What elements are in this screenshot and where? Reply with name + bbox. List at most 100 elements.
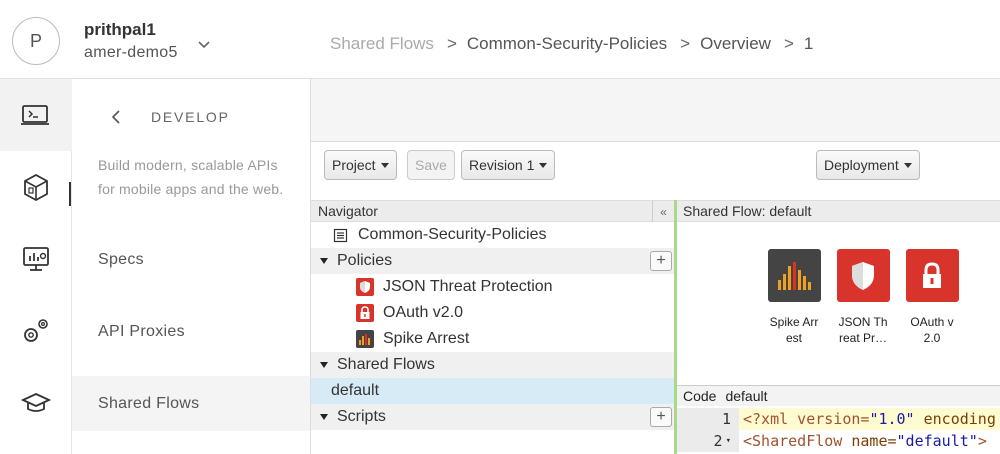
- shield-icon: [836, 249, 890, 302]
- code-token: name=: [851, 432, 897, 450]
- deployment-label: Deployment: [824, 157, 899, 173]
- tree-item-label: Spike Arrest: [383, 330, 470, 347]
- sidenav-item-api-proxies[interactable]: API Proxies: [72, 304, 310, 359]
- collapse-navigator-button[interactable]: «: [652, 201, 674, 222]
- breadcrumb-shared-flows[interactable]: Shared Flows: [330, 34, 434, 54]
- rail-learn[interactable]: [0, 367, 72, 439]
- code-line[interactable]: 2 ▾ <SharedFlow name="default">: [677, 430, 1000, 452]
- rail-admin[interactable]: [0, 295, 72, 367]
- lock-icon: [356, 304, 374, 322]
- flow-policy-oauth[interactable]: OAuth v 2.0: [902, 249, 962, 346]
- flow-title: Shared Flow: default: [683, 203, 812, 219]
- breadcrumb: Shared Flows > Common-Security-Policies …: [330, 34, 813, 54]
- code-token: <?xml version=: [743, 410, 870, 428]
- tree-item-label: default: [331, 382, 380, 399]
- add-policy-button[interactable]: +: [650, 251, 672, 271]
- chevron-down-icon[interactable]: [197, 38, 211, 52]
- navigator-header: Navigator «: [311, 200, 674, 222]
- lock-icon: [905, 249, 959, 302]
- org-name[interactable]: amer-demo5: [84, 44, 178, 62]
- code-tab-bar: Code default: [677, 385, 1000, 406]
- tree-section-scripts[interactable]: Scripts +: [311, 404, 674, 430]
- code-token: "1.0": [869, 410, 915, 428]
- sidenav-title: DEVELOP: [151, 109, 230, 125]
- rail-develop[interactable]: [0, 79, 72, 151]
- avatar[interactable]: P: [12, 17, 60, 65]
- breadcrumb-separator: >: [783, 34, 794, 53]
- sidenav-item-label: API Proxies: [98, 322, 185, 340]
- fold-arrow-icon[interactable]: ▾: [726, 436, 731, 446]
- triangle-down-icon: [320, 414, 328, 420]
- tree-section-label: Scripts: [337, 408, 386, 425]
- save-button[interactable]: Save: [407, 150, 455, 180]
- code-token: encoding: [914, 410, 996, 428]
- user-name: prithpal1: [84, 20, 156, 39]
- sidenav-item-specs[interactable]: Specs: [72, 232, 310, 287]
- tree-item-label: JSON Threat Protection: [383, 278, 553, 295]
- caret-down-icon: [539, 162, 548, 168]
- breadcrumb-overview[interactable]: Overview: [700, 34, 771, 54]
- graduation-cap-icon: [21, 393, 51, 412]
- sidenav-description: Build modern, scalable APIs for mobile a…: [98, 157, 284, 197]
- navigator-panel: Navigator « Common-Security-Policies Pol…: [310, 200, 674, 454]
- revision-dropdown[interactable]: Revision 1: [461, 150, 556, 180]
- caret-down-icon: [903, 162, 912, 168]
- shield-icon: [356, 278, 374, 296]
- tree-section-shared-flows[interactable]: Shared Flows: [311, 352, 674, 378]
- tree-item-json-threat-protection[interactable]: JSON Threat Protection: [311, 274, 674, 300]
- breadcrumb-revision: 1: [803, 34, 814, 53]
- flow-policy-label: JSON Th reat Pr…: [838, 315, 888, 345]
- rail-publish[interactable]: [0, 151, 72, 223]
- icon-rail: [0, 79, 72, 454]
- navigator-title: Navigator: [318, 203, 378, 219]
- breadcrumb-separator: >: [680, 34, 691, 53]
- line-number-with-fold[interactable]: 2 ▾: [677, 430, 739, 452]
- line-number: 2: [713, 432, 723, 450]
- main-content: Project Save Revision 1 Deployment Navig…: [310, 79, 1000, 454]
- terminal-icon: [21, 105, 49, 125]
- tree-section-label: Shared Flows: [337, 356, 435, 373]
- tree-root-item[interactable]: Common-Security-Policies: [311, 222, 674, 248]
- shared-flow-panel: Shared Flow: default Spike Arr est JSON …: [677, 200, 1000, 454]
- tree-item-default-flow[interactable]: default: [311, 378, 674, 404]
- breadcrumb-common-security-policies[interactable]: Common-Security-Policies: [467, 34, 667, 54]
- tree-item-spike-arrest[interactable]: Spike Arrest: [311, 326, 674, 352]
- flow-policy-label: Spike Arr est: [769, 315, 819, 345]
- tree-section-label: Policies: [337, 252, 393, 269]
- code-line[interactable]: 1 <?xml version= "1.0" encoding: [677, 408, 1000, 430]
- monitor-chart-icon: [23, 247, 49, 271]
- project-label: Project: [332, 157, 376, 173]
- sidenav-item-shared-flows[interactable]: Shared Flows: [72, 376, 310, 431]
- code-file-name: default: [725, 388, 768, 404]
- sidenav-item-label: Specs: [98, 250, 144, 268]
- package-icon: [24, 173, 48, 202]
- spike-bars-icon: [767, 249, 821, 302]
- caret-down-icon: [380, 162, 389, 168]
- flow-header: Shared Flow: default: [677, 200, 1000, 222]
- line-number: 1: [677, 408, 739, 430]
- gears-icon: [24, 319, 48, 342]
- add-script-button[interactable]: +: [650, 407, 672, 427]
- tree-section-policies[interactable]: Policies +: [311, 248, 674, 274]
- flow-policy-json-threat[interactable]: JSON Th reat Pr…: [833, 249, 893, 346]
- flow-policy-spike-arrest[interactable]: Spike Arr est: [764, 249, 824, 346]
- document-list-icon: [333, 228, 348, 242]
- tree-item-oauth[interactable]: OAuth v2.0: [311, 300, 674, 326]
- code-tab[interactable]: Code: [683, 388, 716, 404]
- chevron-left-icon[interactable]: [110, 109, 122, 125]
- deployment-dropdown[interactable]: Deployment: [816, 150, 920, 180]
- spike-bars-icon: [356, 330, 374, 348]
- project-dropdown[interactable]: Project: [324, 150, 397, 180]
- code-token: "default": [896, 432, 978, 450]
- triangle-down-icon: [320, 362, 328, 368]
- save-label: Save: [415, 157, 447, 173]
- develop-sidenav: DEVELOP Build modern, scalable APIs for …: [72, 79, 310, 454]
- flow-policy-label: OAuth v 2.0: [910, 315, 954, 345]
- tree-item-label: OAuth v2.0: [383, 304, 464, 321]
- top-header: P prithpal1 amer-demo5 Shared Flows > Co…: [0, 0, 1000, 79]
- editor-toolbar: Project Save Revision 1 Deployment: [310, 142, 1000, 200]
- rail-analyze[interactable]: [0, 223, 72, 295]
- revision-label: Revision 1: [469, 157, 535, 173]
- sidenav-item-label: Shared Flows: [98, 394, 200, 412]
- triangle-down-icon: [320, 258, 328, 264]
